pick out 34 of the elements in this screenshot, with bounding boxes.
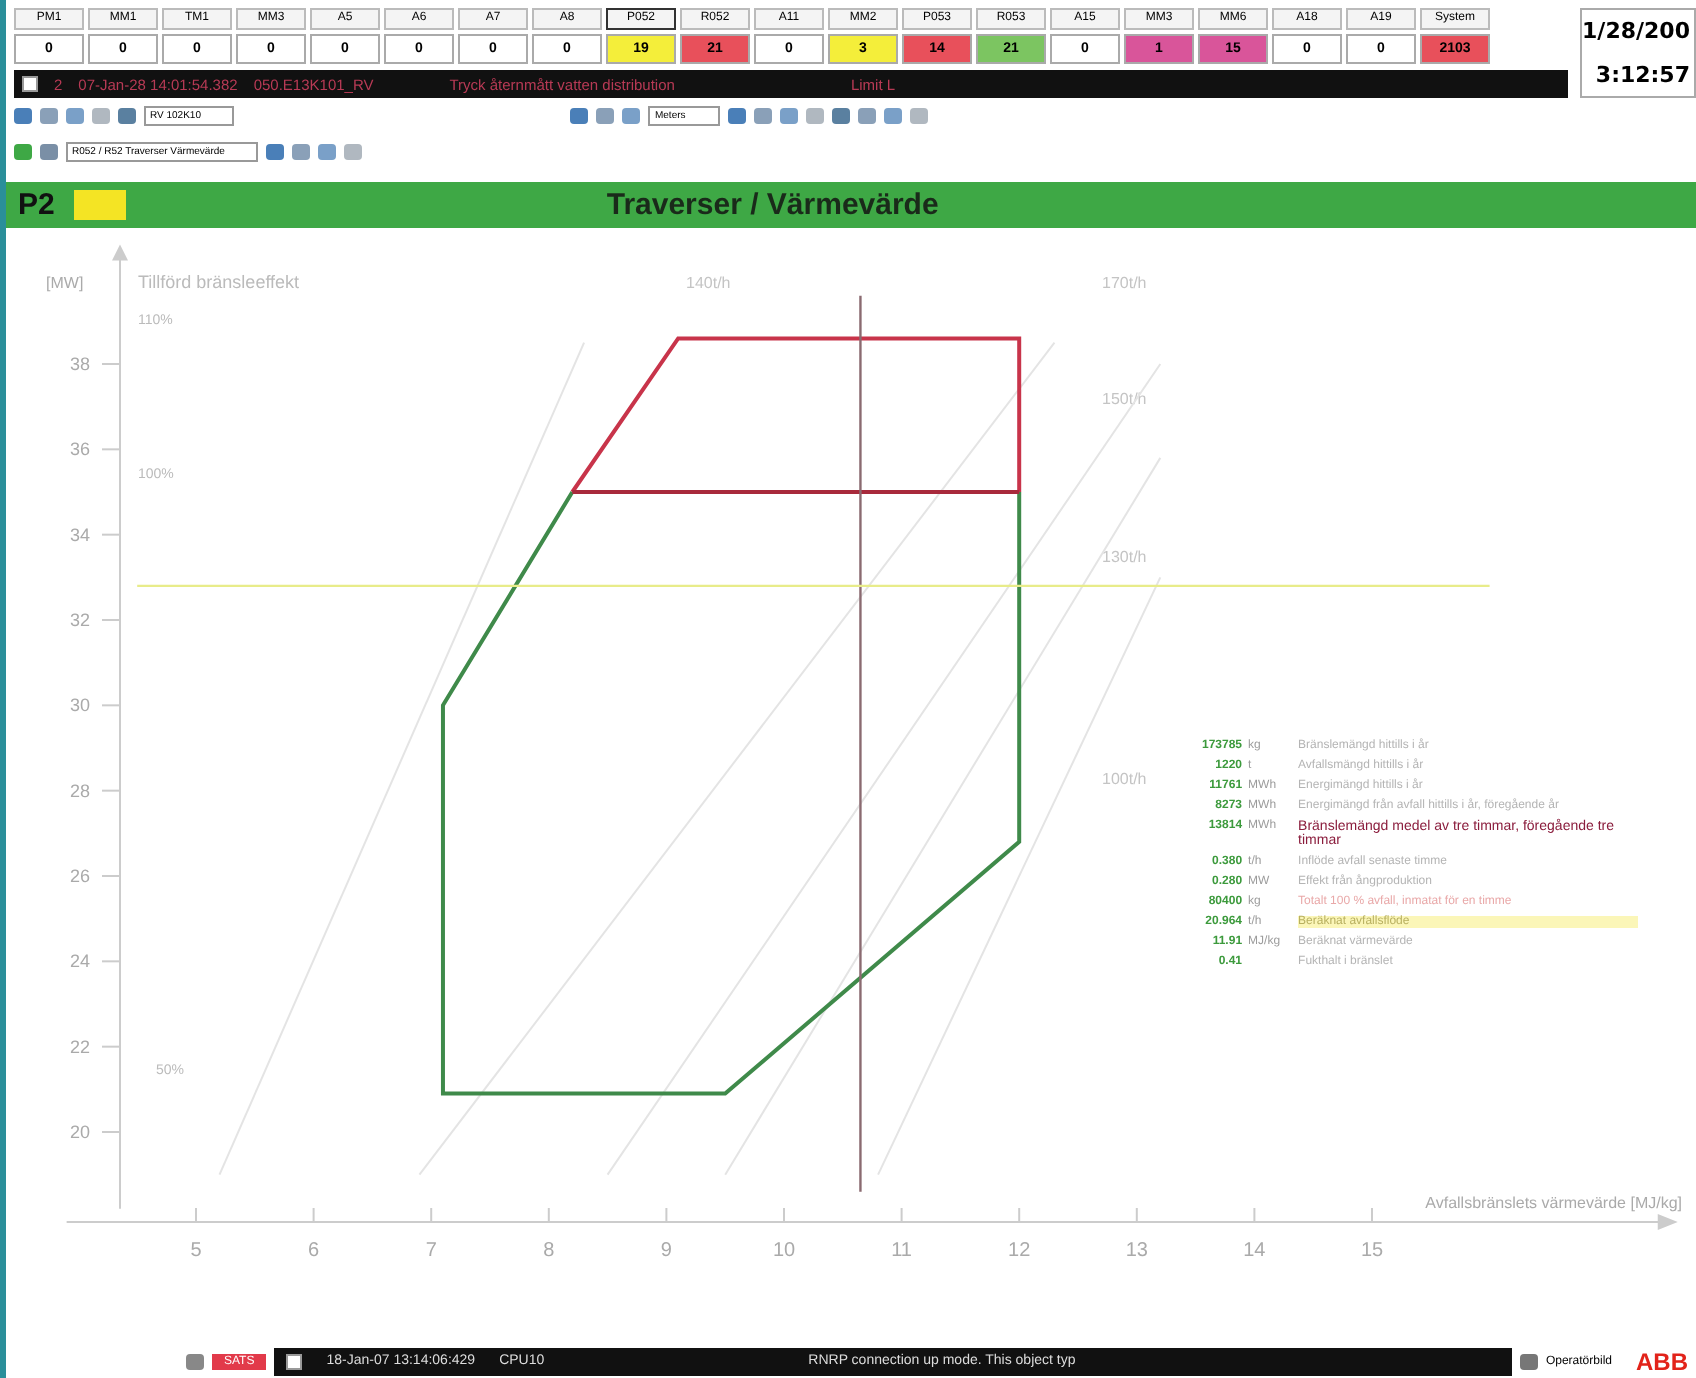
x-tick-label: 10 — [772, 1240, 796, 1262]
y-axis-label: [MW] — [46, 274, 84, 292]
y-tick-label: 26 — [69, 866, 90, 886]
x-tick-label: 12 — [1008, 1240, 1031, 1262]
y-tick-label: 32 — [69, 610, 90, 630]
x-tick-label: 14 — [1243, 1240, 1266, 1262]
x-tick-label: 8 — [543, 1240, 555, 1262]
chart-subtitle: Tillförd bränsleeffekt — [138, 272, 300, 292]
x-tick-label: 13 — [1125, 1240, 1148, 1262]
unit-label: P2 — [18, 188, 55, 222]
y-tick-label: 30 — [69, 695, 90, 716]
flow-label: 130t/h — [1102, 548, 1147, 566]
x-axis-label: Avfallsbränslets värmevärde [MJ/kg] — [1425, 1194, 1682, 1212]
y-tick-label: 22 — [69, 1036, 90, 1057]
x-tick-label: 11 — [891, 1240, 912, 1262]
flow-label: 140t/h — [686, 274, 731, 292]
logo: ABB — [1636, 1347, 1688, 1375]
x-tick-label: 6 — [308, 1240, 320, 1262]
display-title: Traverser / Värmevärde — [606, 188, 939, 222]
y-tick-label: 20 — [69, 1122, 90, 1142]
flow-label: 150t/h — [1102, 390, 1147, 408]
y-tick-label: 28 — [69, 780, 90, 801]
y-tick-label: 34 — [69, 524, 90, 545]
x-tick-label: 9 — [660, 1240, 672, 1262]
clock-time: 3:12:57 — [1595, 61, 1690, 88]
clock-date: 1/28/200 — [1582, 18, 1690, 45]
flow-label: 170t/h — [1102, 274, 1147, 292]
y-tick-label: 36 — [69, 439, 90, 460]
x-tick-label: 15 — [1360, 1240, 1384, 1262]
x-tick-label: 7 — [425, 1240, 437, 1262]
flow-label: 100t/h — [1102, 770, 1147, 788]
y-tick-label: 24 — [69, 951, 90, 972]
x-tick-label: 5 — [190, 1240, 202, 1262]
y-tick-label: 38 — [69, 354, 90, 374]
